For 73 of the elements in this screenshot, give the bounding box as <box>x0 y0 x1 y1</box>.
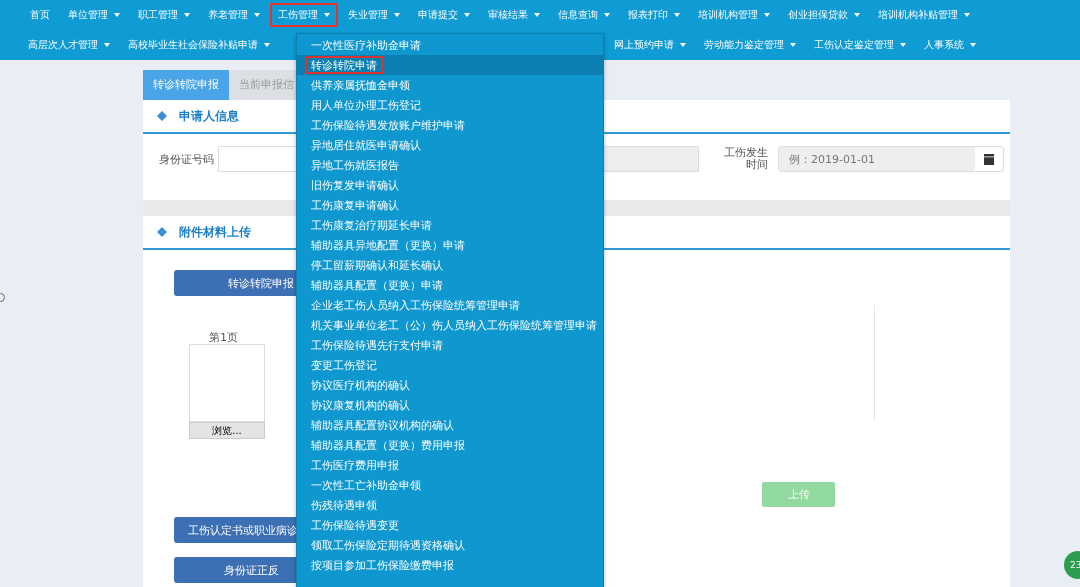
dropdown-item[interactable]: 一次性医疗补助金申请 <box>297 35 603 55</box>
nav-menu-item[interactable]: 高层次人才管理 <box>20 33 118 57</box>
caret-icon <box>900 43 906 47</box>
caret-icon <box>680 43 686 47</box>
caret-icon <box>854 13 860 17</box>
nav-menu-item[interactable]: 高校毕业生社会保险补贴申请 <box>120 33 278 57</box>
dropdown-item[interactable]: 工伤保险待遇变更 <box>297 515 603 535</box>
nav-menu-item[interactable]: 失业管理 <box>340 3 408 27</box>
dropdown-item[interactable]: 旧伤复发申请确认 <box>297 175 603 195</box>
caret-icon <box>790 43 796 47</box>
dropdown-item[interactable]: 工伤保险待遇先行支付申请 <box>297 335 603 355</box>
caret-icon <box>674 13 680 17</box>
browse-button[interactable]: 浏览... <box>189 422 265 439</box>
caret-icon <box>264 43 270 47</box>
dropdown-item[interactable]: 异地居住就医申请确认 <box>297 135 603 155</box>
nav-menu-item[interactable]: 网上预约申请 <box>606 33 694 57</box>
dropdown-item[interactable]: 转诊转院申请 <box>297 55 603 75</box>
section-title: 附件材料上传 <box>179 223 251 241</box>
caret-icon <box>970 43 976 47</box>
nav-menu-item[interactable]: 培训机构补贴管理 <box>870 3 978 27</box>
nav-menu-item[interactable]: 工伤认定鉴定管理 <box>806 33 914 57</box>
nav-menu-item[interactable]: 报表打印 <box>620 3 688 27</box>
dropdown-item[interactable]: 工伤康复治疗期延长申请 <box>297 215 603 235</box>
dropdown-item[interactable]: 异地工伤就医报告 <box>297 155 603 175</box>
caret-icon <box>254 13 260 17</box>
dropdown-item[interactable]: 辅助器具异地配置（更换）申请 <box>297 235 603 255</box>
dropdown-item[interactable]: 辅助器具配置协议机构的确认 <box>297 415 603 435</box>
caret-icon <box>964 13 970 17</box>
dropdown-item[interactable]: 领取工伤保险定期待遇资格确认 <box>297 535 603 555</box>
caret-icon <box>114 13 120 17</box>
nav-menu-item[interactable]: 审核结果 <box>480 3 548 27</box>
dropdown-item[interactable]: 辅助器具配置（更换）申请 <box>297 275 603 295</box>
tab[interactable]: 转诊转院申报 <box>143 70 229 100</box>
dropdown-item[interactable]: 机关事业单位老工（公）伤人员纳入工伤保险统筹管理申请 <box>297 315 603 335</box>
dropdown-item[interactable]: 工伤医疗费用申报 <box>297 455 603 475</box>
nav-menu-item[interactable]: 人事系统 <box>916 33 984 57</box>
dropdown-item[interactable]: 按项目参加工伤保险缴费申报 <box>297 555 603 575</box>
nav-menu-item[interactable]: 职工管理 <box>130 3 198 27</box>
caret-icon <box>184 13 190 17</box>
upload-button[interactable]: 上传 <box>762 482 835 507</box>
caret-icon <box>464 13 470 17</box>
dropdown-item[interactable]: 工伤保险待遇发放账户维护申请 <box>297 115 603 135</box>
dropdown-item[interactable]: 变更工伤登记 <box>297 355 603 375</box>
diamond-icon <box>157 227 167 237</box>
caret-icon <box>104 43 110 47</box>
caret-icon <box>534 13 540 17</box>
caret-icon <box>324 13 330 17</box>
dropdown-item[interactable]: 协议医疗机构的确认 <box>297 375 603 395</box>
nav-menu-item[interactable]: 申请提交 <box>410 3 478 27</box>
nav-menu-item[interactable]: 养老管理 <box>200 3 268 27</box>
page-label: 第1页 <box>209 330 238 345</box>
nav-menu-item[interactable]: 首页 <box>22 3 58 27</box>
diamond-icon <box>157 111 167 121</box>
nav-menu-item[interactable]: 劳动能力鉴定管理 <box>696 33 804 57</box>
caret-icon <box>604 13 610 17</box>
dropdown-item[interactable]: 停工留薪期确认和延长确认 <box>297 255 603 275</box>
caret-icon <box>764 13 770 17</box>
dropdown-item[interactable]: 企业老工伤人员纳入工伤保险统筹管理申请 <box>297 295 603 315</box>
dropdown-item[interactable]: 伤残待遇申领 <box>297 495 603 515</box>
count-badge[interactable]: 23 <box>1064 551 1080 579</box>
nav-menu-item[interactable]: 信息查询 <box>550 3 618 27</box>
dropdown-item[interactable]: 辅助器具配置（更换）费用申报 <box>297 435 603 455</box>
dropdown-item[interactable]: 一次性工亡补助金申领 <box>297 475 603 495</box>
nav-menu-item[interactable]: 单位管理 <box>60 3 128 27</box>
section-title: 申请人信息 <box>179 107 239 125</box>
caret-icon <box>394 13 400 17</box>
field-label: 工伤发生时间 <box>723 147 768 171</box>
nav-menu-item[interactable]: 工伤管理 <box>270 3 338 27</box>
dropdown-item[interactable]: 工伤康复申请确认 <box>297 195 603 215</box>
dropdown-item[interactable]: 协议康复机构的确认 <box>297 395 603 415</box>
nav-menu-item[interactable]: 培训机构管理 <box>690 3 778 27</box>
field-label: 身份证号码 <box>159 151 215 167</box>
nav-menu-item[interactable]: 创业担保贷款 <box>780 3 868 27</box>
